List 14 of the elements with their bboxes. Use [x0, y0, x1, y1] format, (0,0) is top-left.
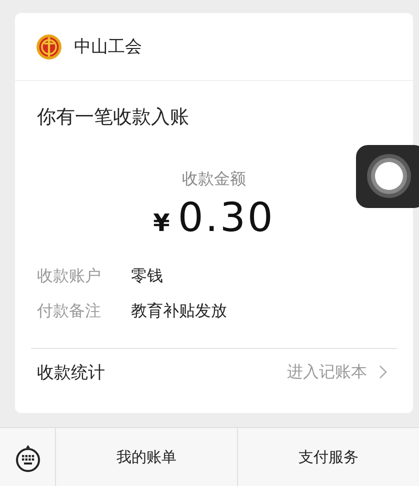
- detail-label: 收款账户: [37, 265, 102, 287]
- detail-label: 付款备注: [37, 300, 102, 322]
- currency-symbol: ¥: [153, 209, 170, 237]
- emblem-icon: [36, 34, 62, 60]
- detail-value: 零钱: [131, 265, 163, 287]
- amount-value: 0.30: [178, 195, 275, 241]
- message-title: 你有一笔收款入账: [36, 105, 190, 129]
- chevron-right-icon: [379, 365, 387, 379]
- account-name: 中山工会: [74, 36, 142, 58]
- stats-label: 收款统计: [37, 362, 106, 384]
- detail-value: 教育补贴发放: [131, 300, 227, 322]
- amount-label: 收款金额: [181, 169, 247, 189]
- assistive-touch-icon[interactable]: [356, 145, 419, 208]
- keyboard-icon[interactable]: [14, 444, 40, 472]
